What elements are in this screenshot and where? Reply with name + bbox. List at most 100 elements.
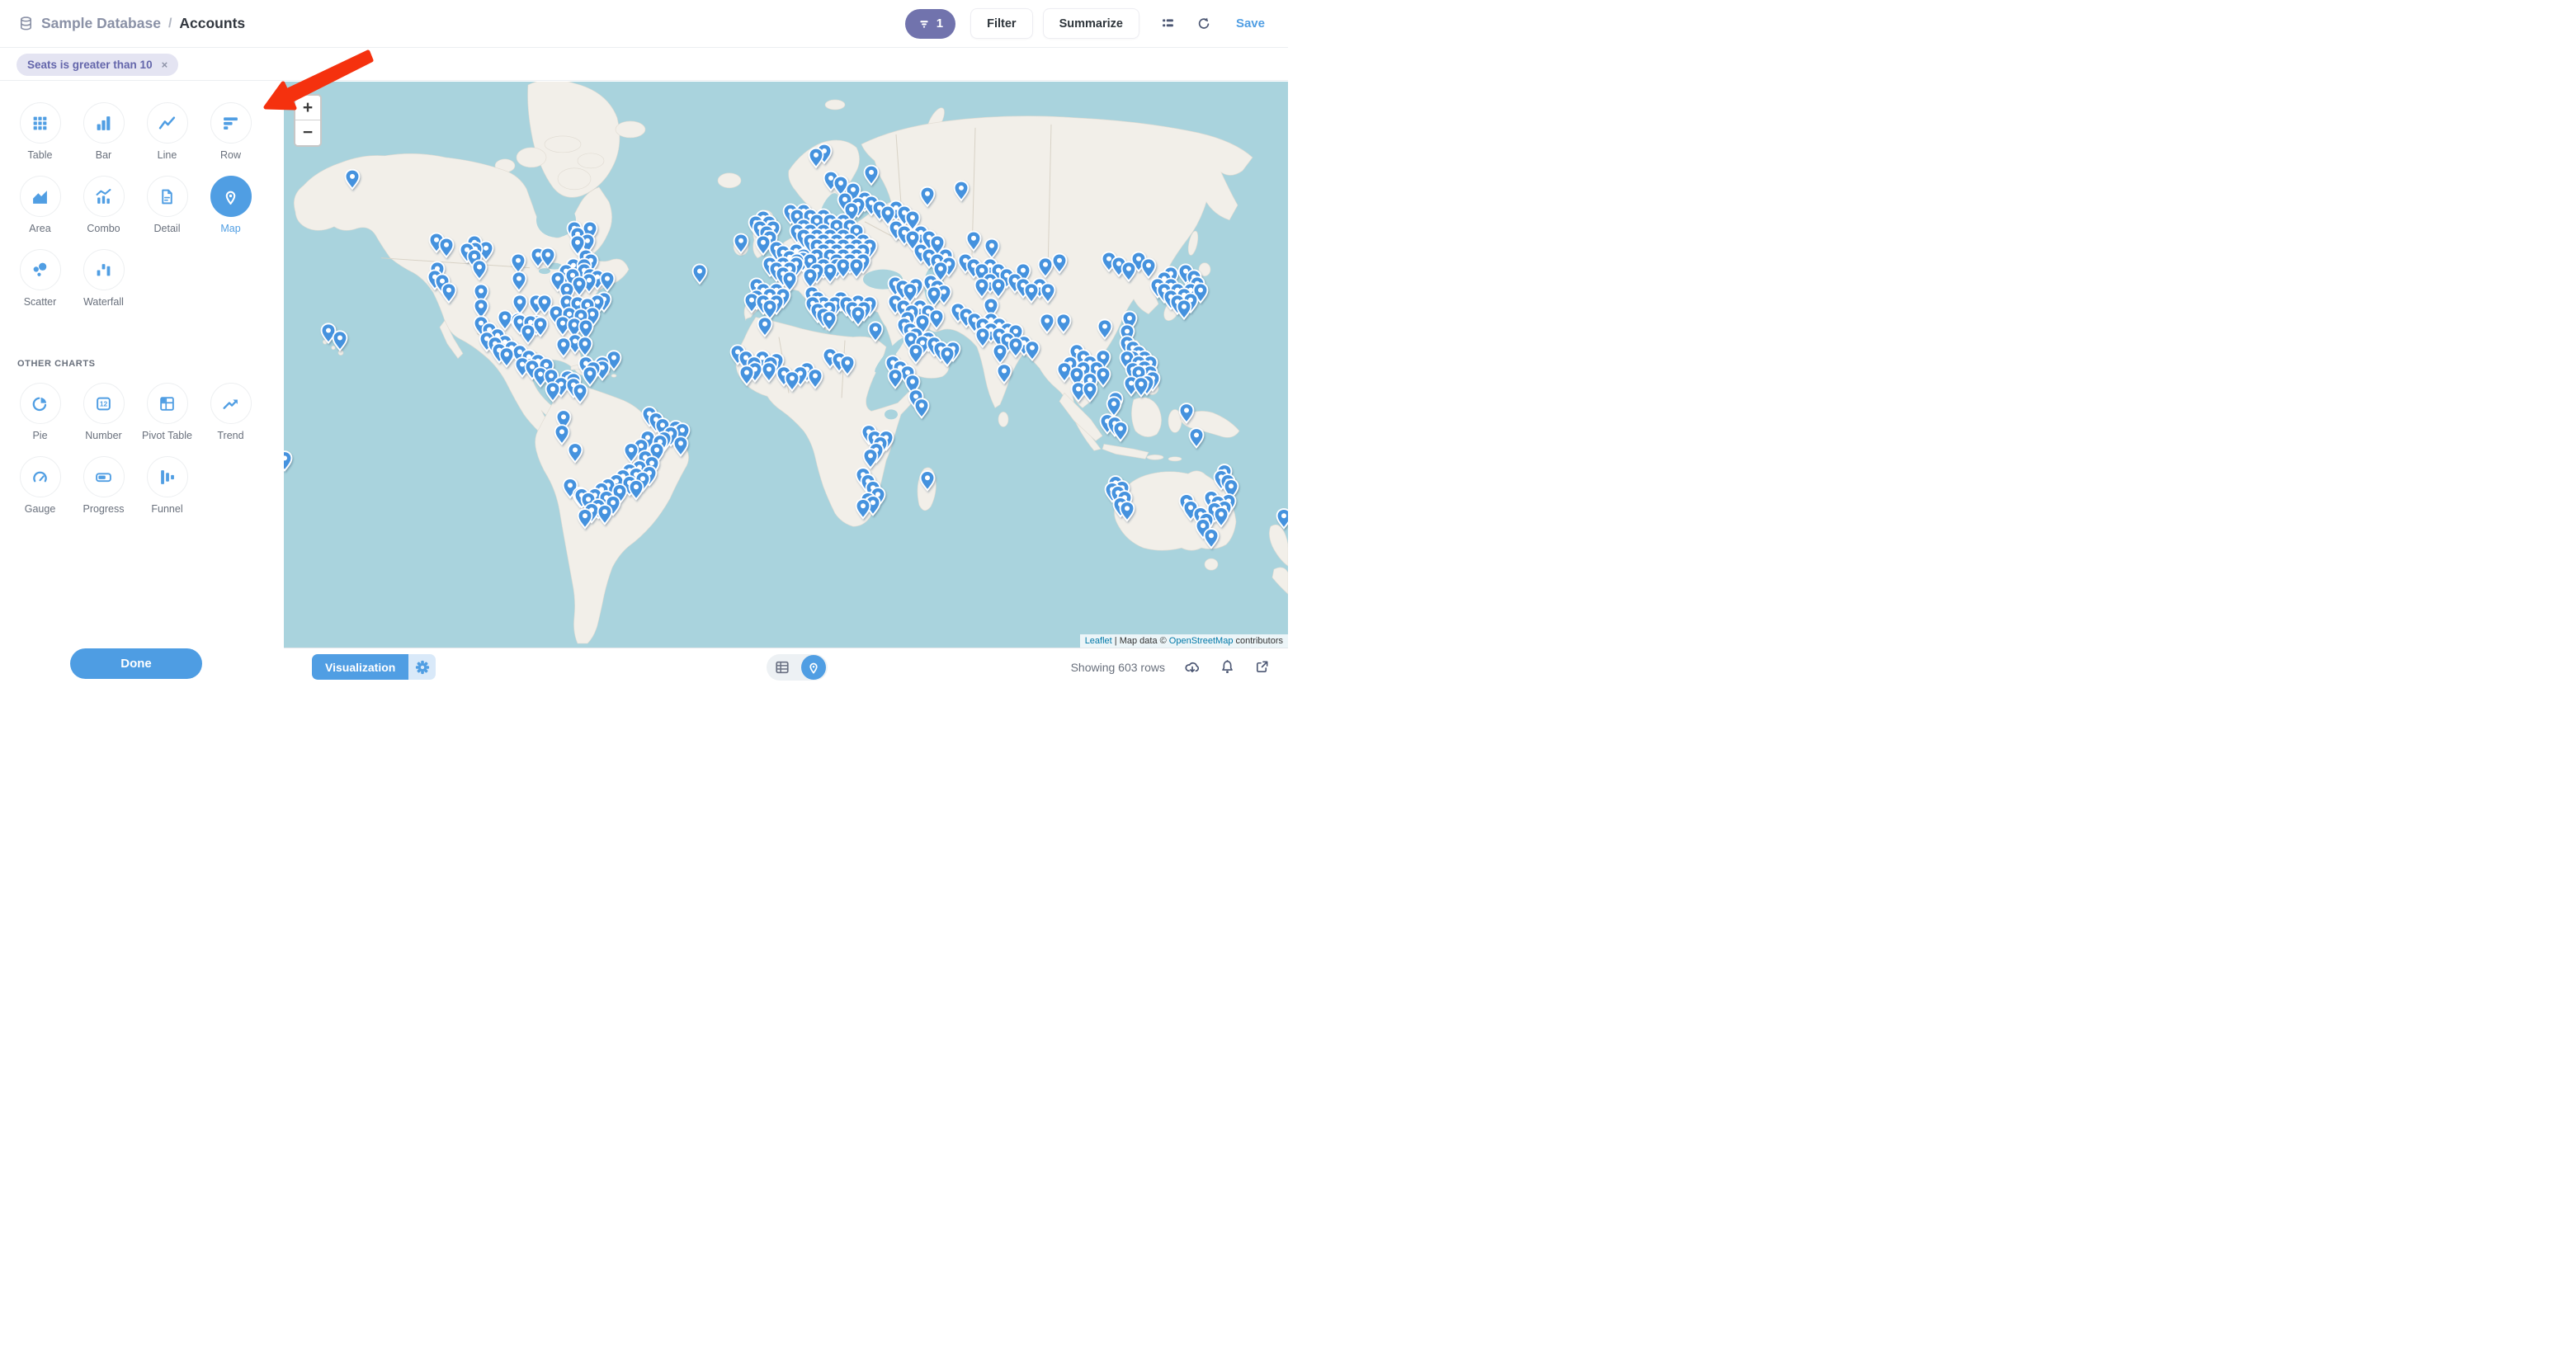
map-pin[interactable] <box>541 248 555 267</box>
map-pin[interactable] <box>473 260 487 279</box>
map-pin[interactable] <box>630 480 644 499</box>
map-pin[interactable] <box>674 436 688 455</box>
map-pin[interactable] <box>1039 257 1053 276</box>
map-pin[interactable] <box>555 425 569 444</box>
map-pin[interactable] <box>941 346 955 365</box>
filter-chip-label[interactable]: Seats is greater than 10 <box>27 59 153 71</box>
refresh-icon[interactable] <box>1196 16 1211 31</box>
map-pin[interactable] <box>856 499 870 518</box>
map-pin[interactable] <box>513 294 527 313</box>
map-pin[interactable] <box>521 324 535 343</box>
map-pin[interactable] <box>440 238 454 257</box>
map-pin[interactable] <box>474 299 488 318</box>
map-pin[interactable] <box>985 239 999 258</box>
map-pin[interactable] <box>1177 299 1191 318</box>
map-pin[interactable] <box>512 253 526 272</box>
map-pin[interactable] <box>1277 509 1288 528</box>
notebook-icon[interactable] <box>1161 16 1175 31</box>
map-pin[interactable] <box>869 322 883 341</box>
done-button[interactable]: Done <box>70 648 202 679</box>
map-pin[interactable] <box>930 309 944 328</box>
chart-type-pivot[interactable]: Pivot Table <box>135 383 199 456</box>
breadcrumb-table[interactable]: Accounts <box>179 15 245 32</box>
breadcrumb-database[interactable]: Sample Database <box>41 15 161 32</box>
map-pin[interactable] <box>809 148 823 167</box>
map-pin[interactable] <box>1122 261 1136 280</box>
map-pin[interactable] <box>598 505 612 524</box>
map-pin[interactable] <box>573 384 587 403</box>
remove-filter-icon[interactable]: × <box>162 59 168 70</box>
map-pin[interactable] <box>579 319 593 338</box>
map-pin[interactable] <box>583 366 597 385</box>
map-pin[interactable] <box>1057 313 1071 332</box>
map-pin[interactable] <box>284 451 291 470</box>
map-pin[interactable] <box>546 382 560 401</box>
filter-button[interactable]: Filter <box>970 8 1032 39</box>
map-pin[interactable] <box>998 364 1012 383</box>
map-pin[interactable] <box>804 268 818 287</box>
map-pin[interactable] <box>333 331 347 350</box>
map-pin[interactable] <box>865 166 879 185</box>
external-link-icon[interactable] <box>1254 659 1270 675</box>
chart-type-waterfall[interactable]: Waterfall <box>72 249 135 323</box>
map-pin[interactable] <box>992 278 1006 297</box>
map-pin[interactable] <box>734 234 748 253</box>
map-pin[interactable] <box>864 449 878 468</box>
map-pin[interactable] <box>763 299 777 318</box>
chart-type-gauge[interactable]: Gauge <box>8 456 72 530</box>
map-pin[interactable] <box>889 369 903 388</box>
table-view-toggle[interactable] <box>767 660 798 675</box>
visualization-button-label[interactable]: Visualization <box>312 654 408 680</box>
chart-type-pie[interactable]: Pie <box>8 383 72 456</box>
map-pin[interactable] <box>601 271 615 290</box>
save-button[interactable]: Save <box>1236 16 1265 31</box>
download-icon[interactable] <box>1184 659 1201 676</box>
chart-type-progress[interactable]: Progress <box>72 456 135 530</box>
map-pin[interactable] <box>1040 313 1054 332</box>
map-pin[interactable] <box>1058 362 1072 381</box>
map-pin[interactable] <box>569 443 583 462</box>
map-pin[interactable] <box>967 232 981 251</box>
chart-type-detail[interactable]: Detail <box>135 176 199 249</box>
map-pin[interactable] <box>841 356 855 375</box>
map-pin[interactable] <box>976 327 990 346</box>
visualization-button[interactable]: Visualization <box>312 654 436 680</box>
map-pin[interactable] <box>762 362 776 381</box>
map-pin[interactable] <box>758 317 772 336</box>
map-pin[interactable] <box>500 347 514 366</box>
map-pin[interactable] <box>1026 341 1040 360</box>
map-pin[interactable] <box>693 264 707 283</box>
map-pin[interactable] <box>1041 283 1055 302</box>
map-pin[interactable] <box>915 398 929 417</box>
chart-type-table[interactable]: Table <box>8 102 72 176</box>
map-pin[interactable] <box>975 278 989 297</box>
chart-type-area[interactable]: Area <box>8 176 72 249</box>
filter-chip[interactable]: Seats is greater than 10 × <box>17 54 178 76</box>
map-pin[interactable] <box>786 371 800 390</box>
summarize-button[interactable]: Summarize <box>1043 8 1139 39</box>
map-pin[interactable] <box>557 337 571 356</box>
map-pin[interactable] <box>1121 502 1135 521</box>
map-visualization[interactable]: + − Leaflet | Map data © OpenStreetMap c… <box>284 82 1288 648</box>
chart-type-number[interactable]: Number <box>72 383 135 456</box>
map-pin[interactable] <box>809 369 823 388</box>
map-pin[interactable] <box>955 181 969 200</box>
map-pin[interactable] <box>1215 507 1229 526</box>
chart-type-scatter[interactable]: Scatter <box>8 249 72 323</box>
chart-type-combo[interactable]: Combo <box>72 176 135 249</box>
chart-type-map[interactable]: Map <box>199 176 262 249</box>
map-pin[interactable] <box>512 271 526 290</box>
openstreetmap-link[interactable]: OpenStreetMap <box>1169 636 1234 646</box>
map-pin[interactable] <box>823 263 837 282</box>
active-filters-pill[interactable]: 1 <box>905 9 955 39</box>
map-pin[interactable] <box>909 344 923 363</box>
map-pin[interactable] <box>1114 422 1128 441</box>
map-pin[interactable] <box>850 258 864 277</box>
chart-type-line[interactable]: Line <box>135 102 199 176</box>
leaflet-link[interactable]: Leaflet <box>1085 636 1112 646</box>
map-view-toggle[interactable] <box>801 655 826 680</box>
map-pin[interactable] <box>1142 258 1156 277</box>
map-pin[interactable] <box>625 443 639 462</box>
zoom-out-button[interactable]: − <box>295 120 320 145</box>
zoom-in-button[interactable]: + <box>295 96 320 120</box>
